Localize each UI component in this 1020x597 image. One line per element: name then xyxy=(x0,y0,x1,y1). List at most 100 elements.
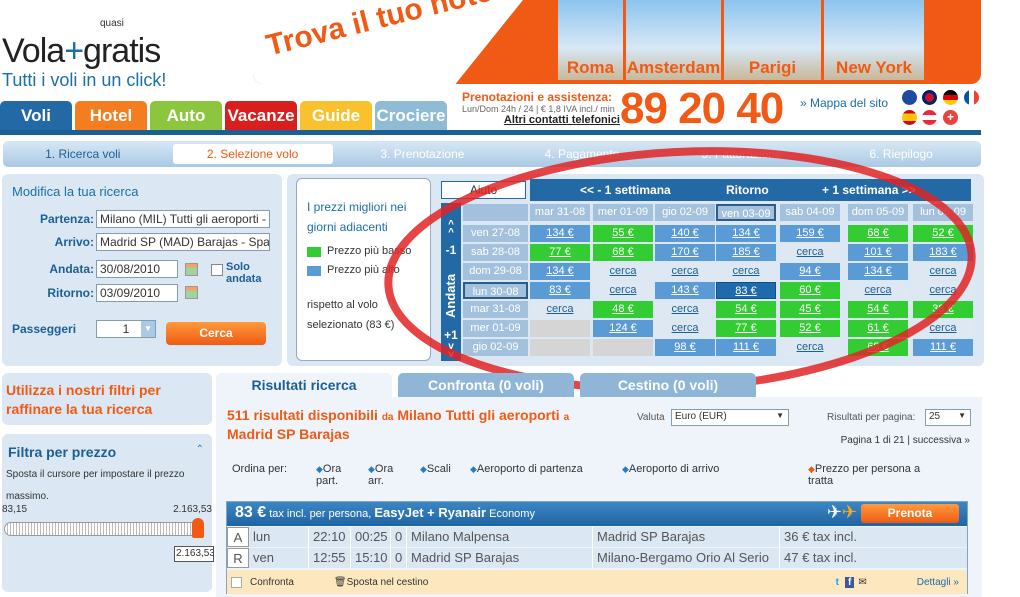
logo[interactable]: Vola+gratis quasi Tutti i voli in un cli… xyxy=(2,10,202,90)
cestino-link[interactable]: Sposta nel cestino xyxy=(347,577,429,588)
flag-fr-icon[interactable] xyxy=(964,90,979,105)
price-cell[interactable]: 94 € xyxy=(780,263,840,280)
partenza-input[interactable]: Milano (MIL) Tutti gli aeroporti - xyxy=(96,210,270,228)
return-date-header[interactable]: mar 31-08 xyxy=(530,204,590,221)
price-cell[interactable]: 54 € xyxy=(716,301,776,318)
sitemap-link[interactable]: » Mappa del sito xyxy=(800,96,888,110)
tab-auto[interactable]: Auto xyxy=(150,101,222,130)
return-date-header[interactable]: lun 06-09 xyxy=(913,204,973,221)
city-amsterdam[interactable]: Amsterdam xyxy=(626,0,724,80)
price-cell[interactable]: 38 € xyxy=(913,301,973,318)
hotel-banner[interactable]: Trova il tuo hotel Roma Amsterdam Parigi… xyxy=(253,0,981,84)
calendar-icon[interactable] xyxy=(185,263,198,276)
other-contacts-link[interactable]: Altri contatti telefonici xyxy=(462,114,620,126)
facebook-icon[interactable]: f xyxy=(845,576,855,588)
collapse-icon[interactable]: ⌃ xyxy=(196,444,204,455)
departure-date-header[interactable]: dom 29-08 xyxy=(463,263,528,280)
price-cell[interactable]: cerca xyxy=(655,301,715,318)
departure-date-header[interactable]: mer 01-09 xyxy=(463,320,528,337)
flag-at-icon[interactable] xyxy=(922,110,937,125)
dettagli-link[interactable]: Dettagli » xyxy=(917,577,959,588)
price-cell[interactable]: cerca xyxy=(848,282,908,299)
step-ricerca-voli[interactable]: 1. Ricerca voli xyxy=(3,147,163,161)
price-cell[interactable]: 111 € xyxy=(913,339,973,356)
city-parigi[interactable]: Parigi xyxy=(724,0,824,80)
per-page-select[interactable]: 25 ▼ xyxy=(925,409,971,426)
return-date-header[interactable]: dom 05-09 xyxy=(848,204,908,221)
price-cell[interactable]: 52 € xyxy=(913,225,973,242)
ritorno-input[interactable]: 03/09/2010 xyxy=(96,284,178,302)
price-cell[interactable]: 140 € xyxy=(655,225,715,242)
city-roma[interactable]: Roma xyxy=(558,0,626,80)
price-cell[interactable]: 98 € xyxy=(655,339,715,356)
city-new-york[interactable]: New York xyxy=(824,0,924,80)
price-cell[interactable]: cerca xyxy=(780,244,840,261)
twitter-icon[interactable]: t xyxy=(836,577,839,588)
price-cell[interactable]: 45 € xyxy=(780,301,840,318)
up-arrows-icon[interactable]: ^ ^ xyxy=(441,220,461,238)
flag-uk-icon[interactable] xyxy=(922,90,937,105)
tab-cestino[interactable]: Cestino (0 voli) xyxy=(580,373,756,398)
return-date-header[interactable]: gio 02-09 xyxy=(655,204,715,221)
flag-eu-icon[interactable] xyxy=(902,90,917,105)
price-cell[interactable]: 170 € xyxy=(655,244,715,261)
tab-hotel[interactable]: Hotel xyxy=(75,101,147,130)
price-cell[interactable]: 68 € xyxy=(848,225,908,242)
price-cell[interactable]: 77 € xyxy=(530,244,590,261)
flag-es-icon[interactable] xyxy=(902,110,917,125)
calendar-icon[interactable] xyxy=(185,286,198,299)
price-cell[interactable]: 185 € xyxy=(716,244,776,261)
return-date-header[interactable]: sab 04-09 xyxy=(780,204,840,221)
sort-ora-arr[interactable]: ◆Ora arr. xyxy=(368,463,406,487)
price-cell[interactable]: 101 € xyxy=(848,244,908,261)
price-cell[interactable]: 68 € xyxy=(848,339,908,356)
price-cell[interactable]: 159 € xyxy=(780,225,840,242)
price-cell[interactable]: 134 € xyxy=(848,263,908,280)
price-cell[interactable]: 52 € xyxy=(780,320,840,337)
sort-prezzo[interactable]: ◆Prezzo per persona a tratta xyxy=(808,463,938,487)
prenota-button[interactable]: Prenota xyxy=(861,504,959,523)
cerca-button[interactable]: Cerca xyxy=(166,322,266,345)
price-cell[interactable]: cerca xyxy=(655,320,715,337)
price-cell[interactable]: 68 € xyxy=(593,244,653,261)
price-cell[interactable]: cerca xyxy=(593,282,653,299)
price-cell[interactable]: 83 € xyxy=(716,282,776,299)
departure-date-header[interactable]: sab 28-08 xyxy=(463,244,528,261)
price-cell[interactable]: cerca xyxy=(716,263,776,280)
flag-ch-icon[interactable]: + xyxy=(943,110,958,125)
price-cell[interactable]: 60 € xyxy=(780,282,840,299)
flag-de-icon[interactable] xyxy=(943,90,958,105)
price-cell[interactable]: 55 € xyxy=(593,225,653,242)
tab-risultati[interactable]: Risultati ricerca xyxy=(216,373,392,398)
price-cell[interactable]: 134 € xyxy=(716,225,776,242)
confronta-checkbox[interactable] xyxy=(231,576,242,588)
tab-voli[interactable]: Voli xyxy=(0,101,72,130)
price-cell[interactable]: cerca xyxy=(913,320,973,337)
email-icon[interactable]: ✉ xyxy=(858,577,866,588)
return-date-header[interactable]: mer 01-09 xyxy=(593,204,653,221)
tab-confronta[interactable]: Confronta (0 voli) xyxy=(398,373,574,398)
price-cell[interactable]: 83 € xyxy=(530,282,590,299)
departure-date-header[interactable]: gio 02-09 xyxy=(463,339,528,356)
price-cell[interactable]: 134 € xyxy=(530,225,590,242)
return-date-header[interactable]: ven 03-09 xyxy=(716,204,776,221)
sort-aeroporto-arrivo[interactable]: ◆Aeroporto di arrivo xyxy=(622,463,719,475)
passeggeri-select[interactable]: 1 ▼ xyxy=(96,320,156,338)
down-arrows-icon[interactable]: vv xyxy=(441,342,461,360)
price-cell[interactable]: cerca xyxy=(913,263,973,280)
solo-andata-checkbox[interactable] xyxy=(211,264,223,276)
price-cell[interactable]: 143 € xyxy=(655,282,715,299)
price-cell[interactable]: 54 € xyxy=(848,301,908,318)
price-cell[interactable]: cerca xyxy=(530,301,590,318)
aiuto-button[interactable]: Aiuto xyxy=(441,181,526,199)
price-cell[interactable]: 183 € xyxy=(913,244,973,261)
next-week-button[interactable]: + 1 settimana >> xyxy=(822,183,916,197)
sort-scali[interactable]: ◆Scali xyxy=(420,463,451,475)
price-cell[interactable]: 111 € xyxy=(716,339,776,356)
tab-crociere[interactable]: Crociere xyxy=(375,101,447,130)
andata-plus-button[interactable]: +1 xyxy=(441,328,461,342)
tab-guide[interactable]: Guide xyxy=(300,101,372,130)
price-cell[interactable]: cerca xyxy=(593,263,653,280)
price-cell[interactable]: cerca xyxy=(780,339,840,356)
price-cell[interactable]: 124 € xyxy=(593,320,653,337)
